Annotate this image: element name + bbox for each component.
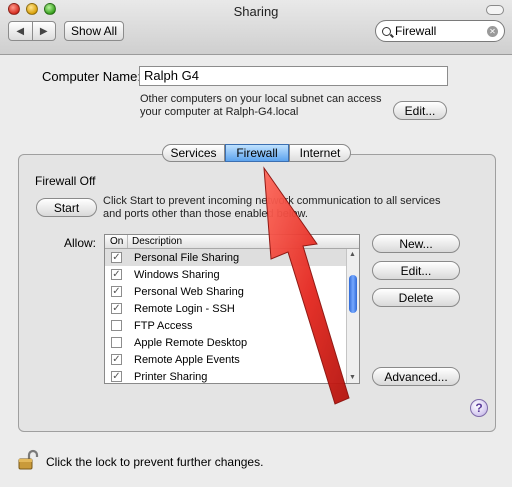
clear-search-icon[interactable]: ✕: [487, 25, 498, 37]
lock-icon[interactable]: [17, 449, 39, 471]
table-row[interactable]: ✓ Remote Apple Events: [105, 351, 359, 368]
services-table[interactable]: On Description ✓ Personal File Sharing ✓…: [104, 234, 360, 384]
help-icon[interactable]: ?: [470, 399, 488, 417]
checkbox[interactable]: ✓: [111, 269, 122, 280]
computer-name-note: Other computers on your local subnet can…: [140, 93, 390, 119]
checkbox[interactable]: ✓: [111, 286, 122, 297]
table-row[interactable]: ✓ Remote Login - SSH: [105, 300, 359, 317]
firewall-status: Firewall Off: [35, 174, 96, 188]
sharing-window: Sharing ◀ ▶ Show All ✕ Computer Name: Ra…: [0, 0, 512, 487]
search-field[interactable]: ✕: [375, 20, 505, 42]
delete-button[interactable]: Delete: [372, 288, 460, 307]
table-row[interactable]: ✓ Personal File Sharing: [105, 249, 359, 266]
search-icon: [382, 26, 391, 36]
column-header-on[interactable]: On: [105, 235, 128, 248]
back-button[interactable]: ◀: [9, 22, 32, 40]
forward-button[interactable]: ▶: [31, 22, 56, 40]
computer-name-label: Computer Name:: [42, 69, 141, 84]
checkbox[interactable]: [111, 320, 122, 331]
checkbox[interactable]: ✓: [111, 252, 122, 263]
tab-internet[interactable]: Internet: [289, 144, 351, 162]
row-label: Remote Apple Events: [134, 353, 240, 366]
row-label: Apple Remote Desktop: [134, 336, 248, 349]
start-button[interactable]: Start: [36, 198, 97, 217]
toolbar-toggle-button[interactable]: [486, 5, 504, 15]
table-header: On Description: [105, 235, 359, 249]
row-label: FTP Access: [134, 319, 193, 332]
edit-button[interactable]: Edit...: [372, 261, 460, 280]
table-row[interactable]: Apple Remote Desktop: [105, 334, 359, 351]
tab-bar: Services Firewall Internet: [162, 144, 351, 164]
firewall-description: Click Start to prevent incoming network …: [103, 195, 441, 220]
table-row[interactable]: ✓ Printer Sharing: [105, 368, 359, 383]
checkbox[interactable]: ✓: [111, 303, 122, 314]
column-header-description[interactable]: Description: [128, 235, 359, 248]
window-title: Sharing: [233, 4, 279, 19]
tab-services[interactable]: Services: [162, 144, 225, 162]
show-all-button[interactable]: Show All: [64, 21, 124, 41]
checkbox[interactable]: [111, 337, 122, 348]
note-line-1: Other computers on your local subnet can…: [140, 93, 382, 105]
scroll-down-icon[interactable]: ▼: [349, 374, 356, 381]
scroll-thumb[interactable]: [349, 275, 357, 313]
new-button[interactable]: New...: [372, 234, 460, 253]
row-label: Remote Login - SSH: [134, 302, 235, 315]
scroll-up-icon[interactable]: ▲: [349, 251, 356, 258]
checkbox[interactable]: ✓: [111, 354, 122, 365]
advanced-button[interactable]: Advanced...: [372, 367, 460, 386]
nav-buttons: ◀ ▶: [8, 21, 56, 41]
tab-firewall[interactable]: Firewall: [225, 144, 289, 162]
title-bar: Sharing ◀ ▶ Show All ✕: [0, 0, 512, 55]
checkbox[interactable]: ✓: [111, 371, 122, 382]
right-arrow-icon: ▶: [39, 25, 48, 37]
row-label: Windows Sharing: [134, 268, 220, 281]
edit-computer-name-button[interactable]: Edit...: [393, 101, 447, 120]
row-label: Printer Sharing: [134, 370, 208, 383]
row-label: Personal Web Sharing: [134, 285, 244, 298]
note-line-2: your computer at Ralph-G4.local: [140, 106, 299, 118]
table-scrollbar[interactable]: ▲ ▼: [346, 249, 359, 383]
allow-label: Allow:: [64, 236, 97, 250]
table-row[interactable]: FTP Access: [105, 317, 359, 334]
table-row[interactable]: ✓ Personal Web Sharing: [105, 283, 359, 300]
table-row[interactable]: ✓ Windows Sharing: [105, 266, 359, 283]
lock-instructions: Click the lock to prevent further change…: [46, 455, 264, 469]
left-arrow-icon: ◀: [16, 25, 25, 37]
computer-name-field[interactable]: Ralph G4: [139, 66, 448, 86]
row-label: Personal File Sharing: [134, 251, 240, 264]
search-input[interactable]: [395, 24, 483, 38]
